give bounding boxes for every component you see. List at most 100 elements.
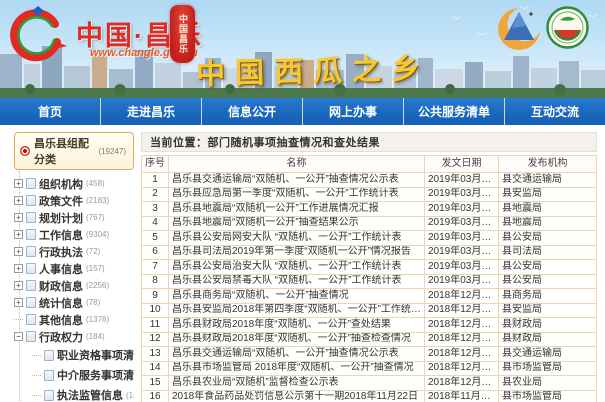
row-number: 13 <box>142 347 169 362</box>
sidebar-item[interactable]: +人事信息(157) <box>10 260 134 277</box>
nav-item-2[interactable]: 走进昌乐 <box>101 98 202 125</box>
sidebar-item[interactable]: −行政权力(184) <box>10 328 134 345</box>
sidebar-item-label: 行政权力 <box>39 329 83 345</box>
publish-org: 县商务局 <box>499 289 597 304</box>
red-seal-graphic: 中国昌乐 <box>170 5 195 63</box>
bird-icon: ︶ <box>478 30 487 43</box>
document-link[interactable]: 昌乐县安监局2018年第四季度“双随机、一公开”工作统计表 <box>169 303 425 318</box>
collapse-minus-icon[interactable]: − <box>14 332 23 341</box>
document-link[interactable]: 昌乐县农业局“双随机”监督检查公示表 <box>169 376 425 391</box>
nav-item-5[interactable]: 公共服务清单 <box>404 98 505 125</box>
table-row: 7昌乐县公安局治安大队 “双随机、一公开”工作统计表2019年03月19日县公安… <box>142 260 597 275</box>
mountain-crescent-emblem-icon <box>496 6 542 52</box>
sidebar-item-label: 统计信息 <box>39 295 83 311</box>
document-link[interactable]: 昌乐县公安局禁毒大队 “双随机、一公开”工作统计表 <box>169 274 425 289</box>
watermelon-emblem-icon <box>546 6 589 49</box>
document-link[interactable]: 昌乐县财政局2018年度“双随机、一公开”抽查检查情况 <box>169 332 425 347</box>
table-row: 14昌乐县市场监管局 2018年度“双随机、一公开”抽查情况2018年12月12… <box>142 361 597 376</box>
sidebar-item[interactable]: 其他信息(1376) <box>10 311 134 328</box>
row-number: 16 <box>142 390 169 402</box>
document-link[interactable]: 昌乐县司法局2019年第一季度“双随机一公开”情况报告 <box>169 245 425 260</box>
column-header: 发文日期 <box>425 156 499 173</box>
document-link[interactable]: 昌乐县地震局“双随机一公开”抽查结果公示 <box>169 216 425 231</box>
publish-org: 县财政局 <box>499 332 597 347</box>
table-header-row: 序号名称发文日期发布机构 <box>142 156 597 173</box>
nav-item-3[interactable]: 信息公开 <box>202 98 303 125</box>
sidebar-item-label: 财政信息 <box>39 278 83 294</box>
table-row: 1昌乐县交通运输局“双随机、一公开”抽查情况公示表2019年03月21日县交通运… <box>142 173 597 188</box>
sidebar-item-label: 工作信息 <box>39 227 83 243</box>
site-banner: 中国·昌乐 www.changle.gov.cn 中国昌乐 中国西瓜之乡 ︶ ︶… <box>0 0 605 98</box>
document-link[interactable]: 昌乐县交通运输局“双随机、一公开”抽查情况公示表 <box>169 173 425 188</box>
publish-org: 县市场监管局 <box>499 361 597 376</box>
expand-plus-icon[interactable]: + <box>14 247 23 256</box>
sidebar-root-count: (19247) <box>98 147 126 156</box>
sidebar-item-label: 行政执法 <box>39 244 83 260</box>
row-number: 1 <box>142 173 169 188</box>
document-link[interactable]: 昌乐县地震局“双随机一公开”工作进展情况汇报 <box>169 202 425 217</box>
publish-org: 县交通运输局 <box>499 173 597 188</box>
folder-icon <box>44 350 54 361</box>
sidebar-item[interactable]: +统计信息(78) <box>10 294 134 311</box>
row-number: 10 <box>142 303 169 318</box>
row-number: 6 <box>142 245 169 260</box>
sidebar-item-label: 组织机构 <box>39 176 83 192</box>
table-row: 10昌乐县安监局2018年第四季度“双随机、一公开”工作统计表2018年12月1… <box>142 303 597 318</box>
sidebar-item[interactable]: 职业资格事项清单(11) <box>10 345 134 365</box>
column-header: 名称 <box>169 156 425 173</box>
row-number: 11 <box>142 318 169 333</box>
expand-plus-icon[interactable]: + <box>14 298 23 307</box>
sidebar-item-count: (72) <box>86 247 100 256</box>
expand-plus-icon[interactable]: + <box>14 264 23 273</box>
expand-plus-icon[interactable]: + <box>14 230 23 239</box>
publish-date: 2018年12月12日 <box>425 361 499 376</box>
folder-icon <box>26 297 36 308</box>
nav-item-4[interactable]: 网上办事 <box>303 98 404 125</box>
sidebar-item[interactable]: +政策文件(2183) <box>10 192 134 209</box>
nav-item-6[interactable]: 互动交流 <box>505 98 605 125</box>
expand-plus-icon[interactable]: + <box>14 281 23 290</box>
publish-org: 县公安局 <box>499 260 597 275</box>
table-row: 5昌乐县公安局网安大队 “双随机、一公开”工作统计表2019年03月20日县公安… <box>142 231 597 246</box>
sidebar-item[interactable]: 执法监管信息(14) <box>10 385 134 402</box>
publish-date: 2018年11月22日 <box>425 390 499 402</box>
column-header: 序号 <box>142 156 169 173</box>
breadcrumb: 当前位置：部门随机事项抽查情况和查处结果 <box>141 132 597 152</box>
sidebar-item-label: 政策文件 <box>39 193 83 209</box>
folder-icon <box>26 263 36 274</box>
sidebar-root-category[interactable]: 昌乐县组配分类 (19247) <box>14 132 134 170</box>
document-link[interactable]: 昌乐县公安局网安大队 “双随机、一公开”工作统计表 <box>169 231 425 246</box>
folder-icon <box>26 195 36 206</box>
sidebar-item-count: (2256) <box>86 281 109 290</box>
document-link[interactable]: 昌乐县公安局治安大队 “双随机、一公开”工作统计表 <box>169 260 425 275</box>
document-link[interactable]: 昌乐县交通运输局“双随机、一公开”抽查情况公示表 <box>169 347 425 362</box>
sidebar-item[interactable]: + 行政执法(72) <box>10 243 134 260</box>
table-row: 9昌乐县商务局“双随机、一公开”抽查情况2018年12月21日县商务局 <box>142 289 597 304</box>
document-link[interactable]: 2018年食品药品处罚信息公示第十一期2018年11月22日 <box>169 390 425 402</box>
table-row: 13昌乐县交通运输局“双随机、一公开”抽查情况公示表2018年12月14日县交通… <box>142 347 597 362</box>
row-number: 15 <box>142 376 169 391</box>
document-link[interactable]: 昌乐县市场监管局 2018年度“双随机、一公开”抽查情况 <box>169 361 425 376</box>
sidebar-item[interactable]: +组织机构(458) <box>10 175 134 192</box>
document-link[interactable]: 昌乐县商务局“双随机、一公开”抽查情况 <box>169 289 425 304</box>
content-area: 昌乐县组配分类 (19247) +组织机构(458)+政策文件(2183)+规划… <box>0 125 605 402</box>
document-link[interactable]: 昌乐县应急局第一季度“双随机、一公开”工作统计表 <box>169 187 425 202</box>
expand-plus-icon[interactable]: + <box>14 213 23 222</box>
folder-icon <box>26 246 36 257</box>
document-table: 序号名称发文日期发布机构 1昌乐县交通运输局“双随机、一公开”抽查情况公示表20… <box>141 155 597 402</box>
row-number: 8 <box>142 274 169 289</box>
sidebar-item[interactable]: 中介服务事项清单(4) <box>10 365 134 385</box>
expand-plus-icon[interactable]: + <box>14 196 23 205</box>
publish-date: 2019年03月20日 <box>425 216 499 231</box>
table-row: 11昌乐县财政局2018年度“双随机、一公开”查处结果2018年12月18日县财… <box>142 318 597 333</box>
document-link[interactable]: 昌乐县财政局2018年度“双随机、一公开”查处结果 <box>169 318 425 333</box>
sidebar-item[interactable]: +工作信息(9304) <box>10 226 134 243</box>
row-number: 14 <box>142 361 169 376</box>
sidebar-item[interactable]: +规划计划(767) <box>10 209 134 226</box>
table-row: 12昌乐县财政局2018年度“双随机、一公开”抽查检查情况2018年12月18日… <box>142 332 597 347</box>
sidebar-item[interactable]: + 财政信息(2256) <box>10 277 134 294</box>
sidebar-item-label: 人事信息 <box>39 261 83 277</box>
main-panel: 当前位置：部门随机事项抽查情况和查处结果 序号名称发文日期发布机构 1昌乐县交通… <box>141 132 597 402</box>
expand-plus-icon[interactable]: + <box>14 179 23 188</box>
nav-item-1[interactable]: 首页 <box>0 98 101 125</box>
